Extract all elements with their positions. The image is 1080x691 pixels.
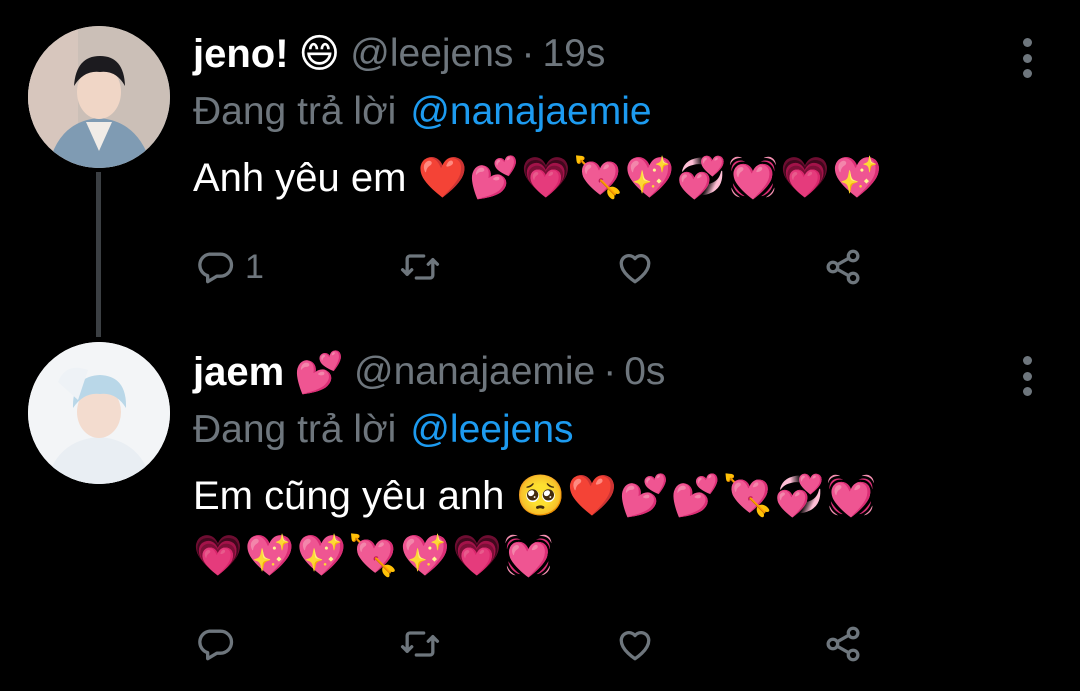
replying-to-label: Đang trả lời <box>193 408 397 451</box>
separator-dot: · <box>603 350 617 393</box>
tweet-text-emojis-line-1: 🥺❤️💕💕💘💞💓 <box>515 473 879 519</box>
replying-to-mention[interactable]: @leejens <box>410 408 573 452</box>
tweet-header: jaem 💕 @nanajaemie · 0s <box>193 344 1040 400</box>
retweet-button[interactable] <box>398 619 442 669</box>
tweet-text-body: Em cũng yêu anh <box>193 474 505 518</box>
username-handle[interactable]: @nanajaemie <box>354 350 595 394</box>
tweet-actions: 1 <box>193 242 873 292</box>
display-name[interactable]: jeno! <box>193 32 289 77</box>
like-button[interactable] <box>613 242 657 292</box>
share-icon <box>826 249 860 285</box>
tweet-text: Anh yêu em ❤️💕💗💘💖💞💓💗💖 <box>193 148 1040 208</box>
replying-to-label: Đang trả lời <box>193 90 397 133</box>
name-emoji: 💕 <box>294 349 344 396</box>
like-button[interactable] <box>613 619 657 669</box>
retweet-button[interactable] <box>398 242 442 292</box>
timestamp[interactable]: 0s <box>624 350 665 394</box>
tweet-content: jeno! 😄 @leejens · 19s Đang trả lời @nan… <box>193 26 1040 208</box>
tweet-text-emojis-line-2: 💗💖💖💘💖💗💓 <box>193 533 556 579</box>
replying-to: Đang trả lời @nanajaemie <box>193 82 1040 142</box>
reply-icon <box>198 252 234 284</box>
like-icon <box>619 254 651 284</box>
reply-button[interactable]: 1 <box>193 242 264 292</box>
share-button[interactable] <box>821 242 865 292</box>
replying-to: Đang trả lời @leejens <box>193 400 1040 460</box>
tweet-actions <box>193 619 873 669</box>
retweet-icon <box>400 631 440 657</box>
retweet-icon <box>400 254 440 280</box>
more-vertical-icon[interactable] <box>1014 356 1040 396</box>
profile-photo <box>28 26 170 168</box>
tweet-text-emojis: ❤️💕💗💘💖💞💓💗💖 <box>417 155 884 201</box>
avatar[interactable] <box>28 26 170 168</box>
display-name[interactable]: jaem <box>193 350 284 395</box>
share-button[interactable] <box>821 619 865 669</box>
tweet-text: Em cũng yêu anh 🥺❤️💕💕💘💞💓 💗💖💖💘💖💗💓 <box>193 466 1040 586</box>
avatar[interactable] <box>28 342 170 484</box>
name-emoji: 😄 <box>298 31 341 77</box>
reply-icon <box>198 629 234 661</box>
tweet[interactable]: jeno! 😄 @leejens · 19s Đang trả lời @nan… <box>0 0 1080 337</box>
like-icon <box>619 631 651 661</box>
tweet-text-body: Anh yêu em <box>193 156 407 200</box>
tweet-content: jaem 💕 @nanajaemie · 0s Đang trả lời @le… <box>193 344 1040 586</box>
share-icon <box>826 626 860 662</box>
profile-photo <box>28 342 170 484</box>
tweet-header: jeno! 😄 @leejens · 19s <box>193 26 1040 82</box>
timestamp[interactable]: 19s <box>542 32 605 76</box>
reply-count: 1 <box>245 247 264 286</box>
separator-dot: · <box>521 32 535 75</box>
reply-button[interactable] <box>193 619 245 669</box>
username-handle[interactable]: @leejens <box>350 32 513 76</box>
tweet[interactable]: jaem 💕 @nanajaemie · 0s Đang trả lời @le… <box>0 330 1080 691</box>
thread-connector-line <box>96 172 101 337</box>
more-vertical-icon[interactable] <box>1014 38 1040 78</box>
replying-to-mention[interactable]: @nanajaemie <box>410 90 651 134</box>
